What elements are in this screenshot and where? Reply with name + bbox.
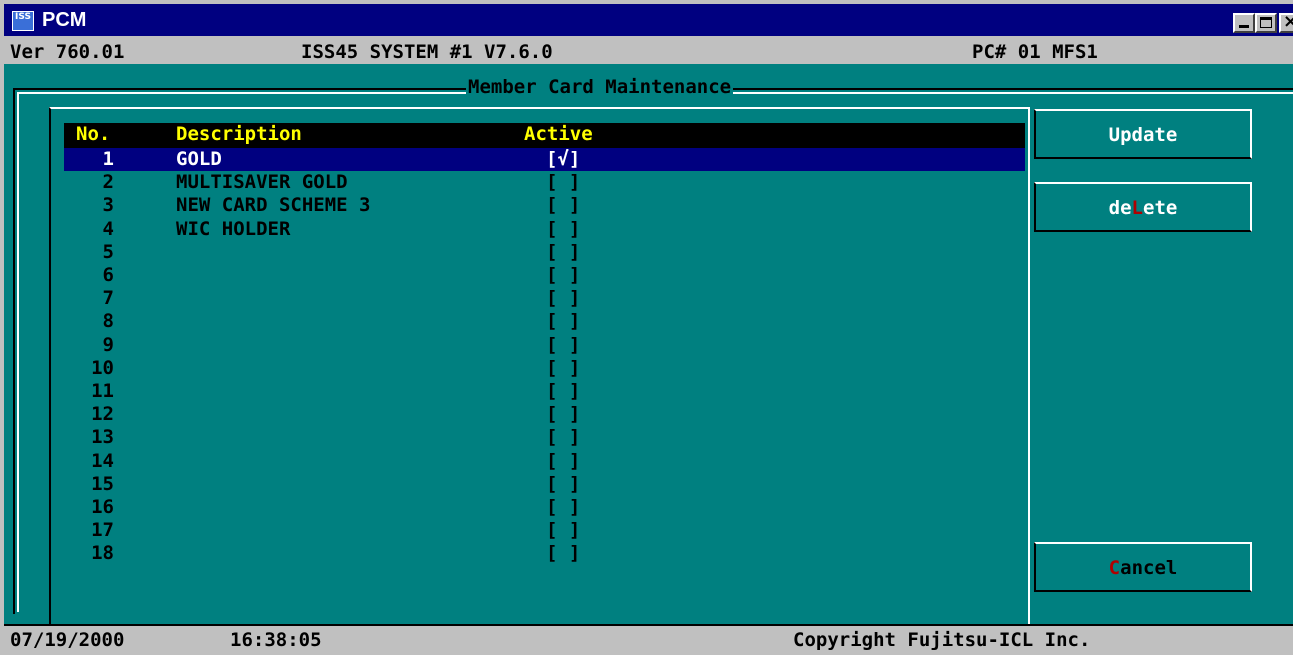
copyright-label: Copyright Fujitsu-ICL Inc. (793, 629, 1091, 651)
item-description: NEW CARD SCHEME 3 (176, 194, 371, 216)
item-number: 8 (102, 310, 114, 332)
item-number: 4 (102, 218, 114, 240)
update-label: Update (1108, 124, 1178, 146)
cancel-label: ancel (1120, 557, 1178, 579)
delete-button[interactable]: deLete (1034, 182, 1252, 232)
status-header: Ver 760.01 ISS45 SYSTEM #1 V7.6.0 PC# 01… (4, 40, 1293, 64)
list-item[interactable]: 14 [ ] (64, 450, 1025, 473)
item-number: 18 (91, 542, 114, 564)
item-active-checkbox[interactable]: [ ] (546, 380, 580, 402)
list-item[interactable]: 8 [ ] (64, 310, 1025, 333)
item-active-checkbox[interactable]: [ ] (546, 496, 580, 518)
item-number: 2 (102, 171, 114, 193)
list-item[interactable]: 4 WIC HOLDER [ ] (64, 218, 1025, 241)
pc-label: PC# 01 MFS1 (972, 41, 1098, 63)
list-item[interactable]: 2 MULTISAVER GOLD [ ] (64, 171, 1025, 194)
list-item[interactable]: 18 [ ] (64, 542, 1025, 565)
item-active-checkbox[interactable]: [ ] (546, 357, 580, 379)
version-label: Ver 760.01 (10, 41, 125, 63)
item-active-checkbox[interactable]: [ ] (546, 218, 580, 240)
item-number: 16 (91, 496, 114, 518)
list-item[interactable]: 16 [ ] (64, 496, 1025, 519)
item-number: 6 (102, 264, 114, 286)
item-active-checkbox[interactable]: [ ] (546, 171, 580, 193)
item-number: 17 (91, 519, 114, 541)
item-active-checkbox[interactable]: [ ] (546, 473, 580, 495)
minimize-icon (1239, 25, 1249, 28)
item-number: 5 (102, 241, 114, 263)
item-description: MULTISAVER GOLD (176, 171, 348, 193)
list-header: No. Description Active (64, 123, 1025, 148)
delete-hotkey: L (1131, 197, 1143, 219)
item-number: 10 (91, 357, 114, 379)
item-active-checkbox[interactable]: [ ] (546, 426, 580, 448)
item-number: 3 (102, 194, 114, 216)
item-active-checkbox[interactable]: [ ] (546, 194, 580, 216)
item-description: GOLD (176, 148, 222, 170)
status-footer: 07/19/2000 16:38:05 Copyright Fujitsu-IC… (4, 624, 1293, 655)
list-item[interactable]: 1 GOLD [√] (64, 148, 1025, 171)
item-number: 12 (91, 403, 114, 425)
item-active-checkbox[interactable]: [ ] (546, 403, 580, 425)
column-description: Description (176, 123, 302, 145)
item-number: 15 (91, 473, 114, 495)
item-active-checkbox[interactable]: [ ] (546, 334, 580, 356)
item-active-checkbox[interactable]: [√] (546, 148, 580, 170)
delete-label: de (1108, 197, 1132, 219)
app-window: ISS PCM × Ver 760.01 ISS45 SYSTEM #1 V7.… (0, 0, 1293, 655)
list-item[interactable]: 7 [ ] (64, 287, 1025, 310)
close-button[interactable]: × (1279, 11, 1293, 33)
title-bar[interactable]: ISS PCM × (4, 4, 1293, 36)
cancel-button[interactable]: Cancel (1034, 542, 1252, 592)
window-title: PCM (42, 9, 87, 31)
item-active-checkbox[interactable]: [ ] (546, 310, 580, 332)
item-active-checkbox[interactable]: [ ] (546, 519, 580, 541)
item-number: 7 (102, 287, 114, 309)
item-number: 14 (91, 450, 114, 472)
item-number: 11 (91, 380, 114, 402)
date-label: 07/19/2000 (10, 629, 125, 651)
item-number: 13 (91, 426, 114, 448)
minimize-button[interactable] (1233, 13, 1255, 33)
update-button[interactable]: Update (1034, 109, 1252, 159)
cancel-hotkey: C (1108, 557, 1121, 579)
item-active-checkbox[interactable]: [ ] (546, 450, 580, 472)
list-item[interactable]: 5 [ ] (64, 241, 1025, 264)
item-active-checkbox[interactable]: [ ] (546, 542, 580, 564)
list-item[interactable]: 11 [ ] (64, 380, 1025, 403)
list-item[interactable]: 17 [ ] (64, 519, 1025, 542)
list-item[interactable]: 13 [ ] (64, 426, 1025, 449)
column-no: No. (76, 123, 111, 145)
console-area: Ver 760.01 ISS45 SYSTEM #1 V7.6.0 PC# 01… (4, 40, 1293, 655)
app-icon[interactable]: ISS (12, 11, 34, 31)
maximize-button[interactable] (1255, 13, 1277, 33)
maximize-icon (1260, 17, 1272, 28)
list-item[interactable]: 3 NEW CARD SCHEME 3 [ ] (64, 194, 1025, 217)
item-description: WIC HOLDER (176, 218, 291, 240)
list-item[interactable]: 9 [ ] (64, 334, 1025, 357)
item-active-checkbox[interactable]: [ ] (546, 241, 580, 263)
list-item[interactable]: 12 [ ] (64, 403, 1025, 426)
system-label: ISS45 SYSTEM #1 V7.6.0 (301, 41, 553, 63)
time-label: 16:38:05 (230, 629, 322, 651)
column-active: Active (524, 123, 593, 145)
dialog-title: Member Card Maintenance (466, 76, 734, 98)
list-item[interactable]: 10 [ ] (64, 357, 1025, 380)
close-icon: × (1283, 11, 1293, 32)
item-active-checkbox[interactable]: [ ] (546, 287, 580, 309)
list-item[interactable]: 6 [ ] (64, 264, 1025, 287)
item-number: 1 (102, 148, 114, 170)
item-active-checkbox[interactable]: [ ] (546, 264, 580, 286)
item-number: 9 (102, 334, 114, 356)
delete-label-rest: ete (1143, 197, 1178, 219)
list-item[interactable]: 15 [ ] (64, 473, 1025, 496)
